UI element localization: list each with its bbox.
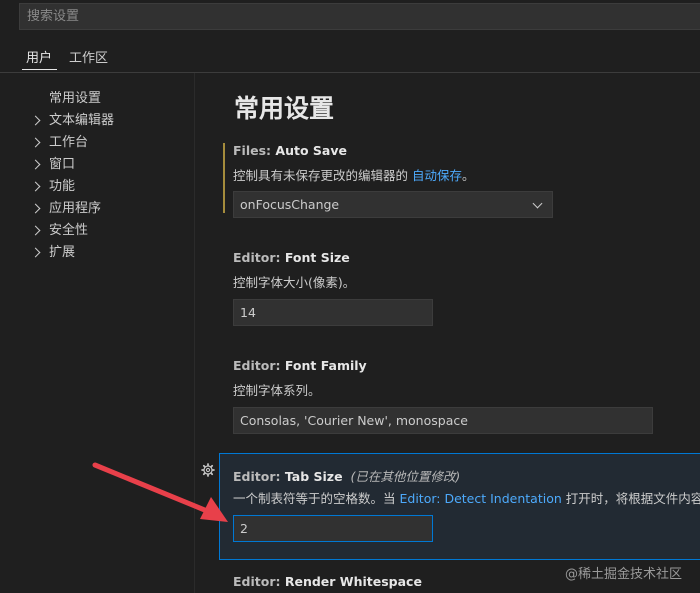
setting-description: 控制字体大小(像素)。 (233, 275, 356, 290)
toc-item-text-editor[interactable]: 文本编辑器 (0, 110, 193, 132)
search-input[interactable] (20, 4, 700, 29)
setting-key: Render Whitespace (284, 574, 422, 589)
settings-list: 常用设置 Files: Auto Save 控制具有未保存更改的编辑器的 自动保… (195, 73, 700, 593)
setting-title: Editor: Tab Size (已在其他位置修改) (233, 466, 460, 485)
setting-description: 控制具有未保存更改的编辑器的 自动保存。 (233, 165, 475, 184)
chevron-right-icon (30, 225, 41, 236)
setting-title: Editor: Font Size (233, 250, 350, 265)
description-text-end: 。 (462, 168, 475, 183)
setting-editor-font-size: Editor: Font Size 控制字体大小(像素)。 (195, 250, 700, 330)
settings-toc: 常用设置 文本编辑器 工作台 窗口 功能 应用程序 安全性 扩展 (0, 88, 193, 264)
setting-category: Editor: (233, 574, 285, 589)
toc-item-application[interactable]: 应用程序 (0, 198, 193, 220)
watermark: @稀土掘金技术社区 (564, 567, 682, 582)
chevron-right-icon (30, 203, 41, 214)
auto-save-dropdown[interactable]: onFocusChange (233, 191, 553, 218)
setting-key: Font Size (284, 250, 350, 265)
section-title: 常用设置 (234, 94, 335, 123)
auto-save-link[interactable]: 自动保存 (412, 168, 462, 183)
setting-key: Tab Size (284, 469, 343, 484)
setting-editor-font-family: Editor: Font Family 控制字体系列。 (195, 358, 700, 438)
toc-item-label: 应用程序 (49, 201, 102, 216)
setting-title: Files: Auto Save (233, 143, 347, 158)
description-text: 控制具有未保存更改的编辑器的 (233, 168, 412, 183)
font-size-input-box[interactable] (233, 299, 433, 326)
tab-size-input[interactable] (240, 516, 426, 541)
toc-item-label: 功能 (49, 179, 76, 194)
setting-editor-tab-size: Editor: Tab Size (已在其他位置修改) 一个制表符等于的空格数。… (195, 466, 700, 546)
setting-category: Editor: (233, 250, 285, 265)
description-text: 一个制表符等于的空格数。当 (233, 491, 400, 506)
setting-category: Editor: (233, 358, 285, 373)
chevron-down-icon (532, 198, 543, 209)
setting-description: 控制字体系列。 (233, 383, 321, 398)
settings-editor: 用户 工作区 常用设置 文本编辑器 工作台 窗口 功能 应用程序 安全性 (0, 0, 700, 593)
toc-item-window[interactable]: 窗口 (0, 154, 193, 176)
dropdown-value: onFocusChange (240, 197, 340, 212)
chevron-right-icon (30, 181, 41, 192)
setting-title: Editor: Font Family (233, 358, 367, 373)
font-size-input[interactable] (240, 300, 426, 325)
description-text-end: 打开时，将根据文件内容 (561, 491, 700, 506)
setting-key: Font Family (284, 358, 367, 373)
tab-user[interactable]: 用户 (26, 47, 52, 66)
toc-item-label: 文本编辑器 (49, 113, 115, 128)
tab-size-input-box[interactable] (233, 515, 433, 542)
toc-item-common[interactable]: 常用设置 (0, 88, 193, 110)
setting-category: Files: (233, 143, 276, 158)
modified-indicator (223, 143, 225, 213)
chevron-right-icon (30, 115, 41, 126)
toc-item-security[interactable]: 安全性 (0, 220, 193, 242)
toc-item-label: 窗口 (49, 157, 76, 172)
setting-files-auto-save: Files: Auto Save 控制具有未保存更改的编辑器的 自动保存。 on… (195, 143, 700, 223)
detect-indentation-link[interactable]: Editor: Detect Indentation (399, 491, 561, 506)
toc-item-label: 扩展 (49, 245, 76, 260)
chevron-right-icon (30, 247, 41, 258)
tab-workspace[interactable]: 工作区 (69, 47, 108, 66)
setting-category: Editor: (233, 469, 285, 484)
setting-description: 一个制表符等于的空格数。当 Editor: Detect Indentation… (233, 488, 700, 507)
setting-key: Auto Save (275, 143, 347, 158)
toc-item-label: 常用设置 (49, 91, 102, 106)
search-settings-box[interactable] (19, 3, 700, 30)
toc-item-extensions[interactable]: 扩展 (0, 242, 193, 264)
modified-elsewhere-note[interactable]: (已在其他位置修改) (351, 469, 461, 484)
chevron-right-icon (30, 159, 41, 170)
toc-item-label: 工作台 (49, 135, 89, 150)
toc-item-label: 安全性 (49, 223, 89, 238)
setting-title: Editor: Render Whitespace (233, 574, 422, 589)
toc-item-features[interactable]: 功能 (0, 176, 193, 198)
active-tab-indicator (22, 69, 57, 70)
font-family-input[interactable] (240, 408, 646, 433)
toc-item-workbench[interactable]: 工作台 (0, 132, 193, 154)
chevron-right-icon (30, 137, 41, 148)
font-family-input-box[interactable] (233, 407, 653, 434)
